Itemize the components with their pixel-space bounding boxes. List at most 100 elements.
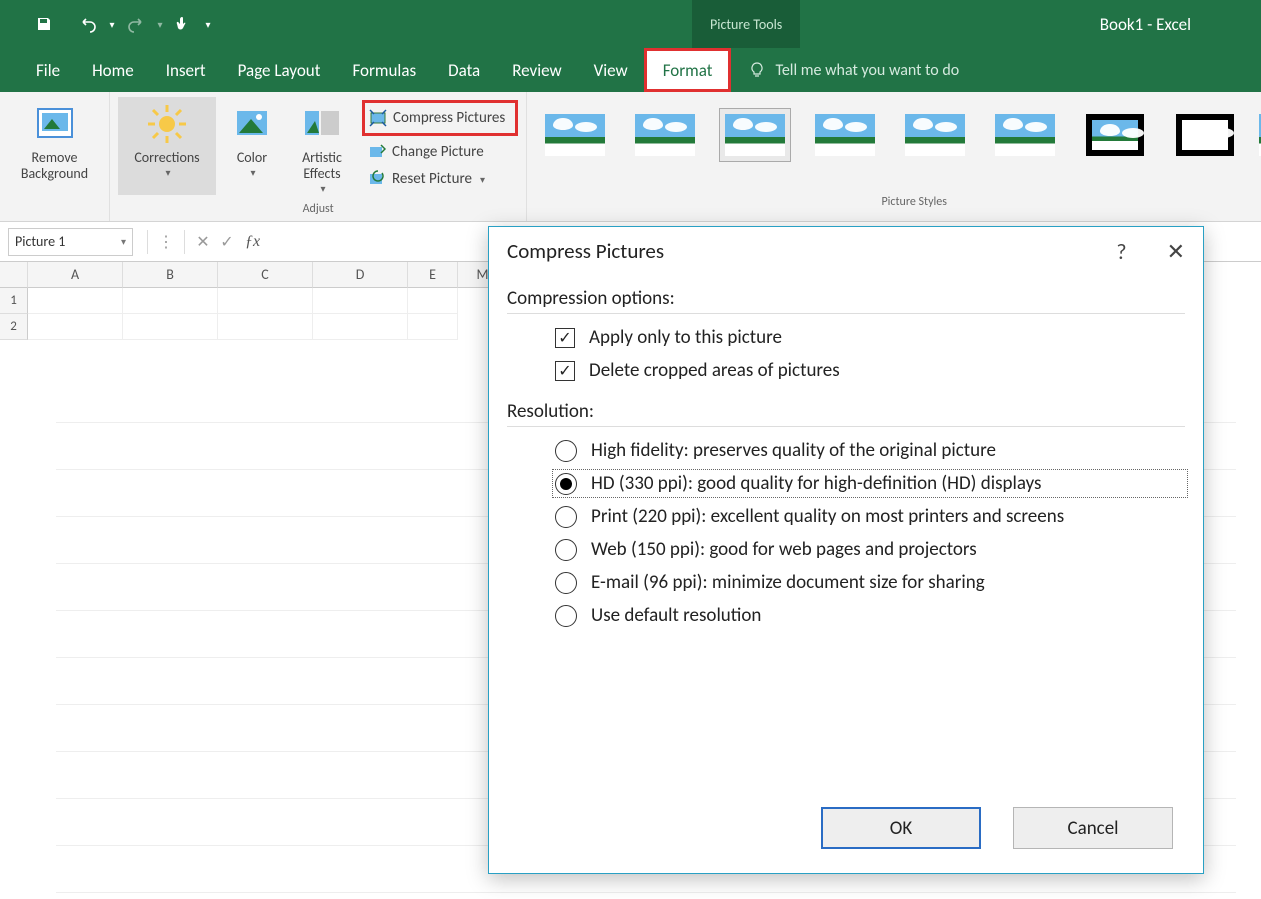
- reset-picture-icon: [368, 170, 386, 188]
- compress-pictures-label: Compress Pictures: [393, 109, 505, 127]
- corrections-button[interactable]: Corrections ▾: [118, 97, 216, 195]
- fx-icon[interactable]: ƒx: [245, 233, 260, 251]
- artistic-effects-button[interactable]: Artistic Effects ▾: [288, 97, 356, 195]
- tab-page-layout[interactable]: Page Layout: [222, 48, 337, 92]
- radio-unchecked-icon: [555, 539, 577, 561]
- picture-styles-gallery[interactable]: [539, 98, 1261, 162]
- apply-only-checkbox[interactable]: ✓ Apply only to this picture: [555, 326, 1185, 349]
- redo-dropdown-icon[interactable]: ▾: [154, 10, 166, 38]
- style-thumb-6[interactable]: [989, 108, 1061, 162]
- tell-me-search[interactable]: Tell me what you want to do: [749, 61, 959, 80]
- style-thumb-7[interactable]: [1079, 108, 1151, 162]
- radio-web[interactable]: Web (150 ppi): good for web pages and pr…: [555, 538, 1185, 561]
- reset-picture-label: Reset Picture: [392, 170, 472, 188]
- undo-dropdown-icon[interactable]: ▾: [106, 10, 118, 38]
- picture-styles-group-label: Picture Styles: [881, 192, 946, 214]
- col-header-B[interactable]: B: [123, 262, 218, 288]
- corrections-label: Corrections: [134, 150, 199, 166]
- expand-panel-icon[interactable]: ⋮: [154, 230, 178, 254]
- remove-background-label: Remove Background: [6, 150, 104, 182]
- adjust-group-label: Adjust: [303, 199, 334, 221]
- reset-picture-button[interactable]: Reset Picture ▾: [362, 168, 518, 190]
- email-label: E-mail (96 ppi): minimize document size …: [591, 571, 985, 594]
- name-box[interactable]: Picture 1 ▾: [8, 228, 133, 256]
- tab-view[interactable]: View: [578, 48, 644, 92]
- radio-high-fidelity[interactable]: High fidelity: preserves quality of the …: [555, 439, 1185, 462]
- col-header-C[interactable]: C: [218, 262, 313, 288]
- artistic-effects-label: Artistic Effects: [288, 150, 356, 182]
- radio-print[interactable]: Print (220 ppi): excellent quality on mo…: [555, 505, 1185, 528]
- select-all-corner[interactable]: [0, 262, 28, 288]
- col-header-E[interactable]: E: [408, 262, 458, 288]
- tab-insert[interactable]: Insert: [150, 48, 222, 92]
- radio-unchecked-icon: [555, 440, 577, 462]
- radio-checked-icon: [555, 473, 577, 495]
- high-fidelity-label: High fidelity: preserves quality of the …: [591, 439, 996, 462]
- checkbox-checked-icon: ✓: [555, 361, 575, 381]
- qat-customize-dropdown-icon[interactable]: ▾: [202, 10, 214, 38]
- change-picture-icon: [368, 143, 386, 161]
- tab-home[interactable]: Home: [76, 48, 150, 92]
- enter-icon[interactable]: ✓: [215, 230, 239, 254]
- radio-email[interactable]: E-mail (96 ppi): minimize document size …: [555, 571, 1185, 594]
- remove-background-icon: [34, 103, 76, 145]
- dialog-title: Compress Pictures: [507, 238, 664, 264]
- dropdown-icon: ▾: [480, 173, 485, 186]
- style-thumb-4[interactable]: [809, 108, 881, 162]
- style-thumb-1[interactable]: [539, 108, 611, 162]
- close-icon[interactable]: ✕: [1167, 238, 1185, 265]
- lightbulb-icon: [749, 62, 765, 78]
- change-picture-button[interactable]: Change Picture: [362, 141, 518, 163]
- web-label: Web (150 ppi): good for web pages and pr…: [591, 538, 977, 561]
- resolution-heading: Resolution:: [507, 400, 1185, 427]
- compress-icon: [369, 109, 387, 127]
- remove-background-button[interactable]: Remove Background: [6, 97, 104, 182]
- save-icon[interactable]: [30, 10, 58, 38]
- radio-unchecked-icon: [555, 572, 577, 594]
- redo-icon[interactable]: [122, 10, 150, 38]
- radio-unchecked-icon: [555, 605, 577, 627]
- dropdown-icon[interactable]: ▾: [121, 235, 126, 248]
- ribbon: Remove Background Corrections ▾ Color ▾ …: [0, 92, 1261, 222]
- tab-data[interactable]: Data: [432, 48, 496, 92]
- dropdown-icon: ▾: [165, 166, 170, 179]
- delete-cropped-checkbox[interactable]: ✓ Delete cropped areas of pictures: [555, 359, 1185, 382]
- print-label: Print (220 ppi): excellent quality on mo…: [591, 505, 1064, 528]
- ok-button[interactable]: OK: [821, 807, 981, 849]
- style-thumb-3[interactable]: [719, 108, 791, 162]
- delete-cropped-label: Delete cropped areas of pictures: [589, 359, 840, 382]
- compress-pictures-button[interactable]: Compress Pictures: [362, 100, 518, 136]
- style-thumb-2[interactable]: [629, 108, 701, 162]
- col-header-A[interactable]: A: [28, 262, 123, 288]
- style-thumb-5[interactable]: [899, 108, 971, 162]
- artistic-effects-icon: [301, 103, 343, 145]
- col-header-D[interactable]: D: [313, 262, 408, 288]
- row-header-2[interactable]: 2: [0, 314, 28, 340]
- tell-me-label: Tell me what you want to do: [775, 61, 959, 80]
- tab-review[interactable]: Review: [496, 48, 577, 92]
- ribbon-tabs: File Home Insert Page Layout Formulas Da…: [0, 48, 1261, 92]
- color-button[interactable]: Color ▾: [222, 97, 282, 195]
- help-icon[interactable]: ?: [1116, 238, 1126, 265]
- cancel-icon[interactable]: ✕: [191, 230, 215, 254]
- tab-format[interactable]: Format: [644, 48, 732, 92]
- app-title: Book1 - Excel: [1100, 14, 1191, 35]
- default-label: Use default resolution: [591, 604, 761, 627]
- dropdown-icon: ▾: [250, 166, 255, 179]
- tab-formulas[interactable]: Formulas: [336, 48, 432, 92]
- radio-unchecked-icon: [555, 506, 577, 528]
- tab-file[interactable]: File: [20, 48, 76, 92]
- name-box-value: Picture 1: [15, 233, 65, 250]
- cancel-button[interactable]: Cancel: [1013, 807, 1173, 849]
- color-icon: [231, 103, 273, 145]
- undo-icon[interactable]: [74, 10, 102, 38]
- quick-access-toolbar: ▾ ▾ ▾: [0, 10, 214, 38]
- radio-default[interactable]: Use default resolution: [555, 604, 1185, 627]
- touch-mode-icon[interactable]: [170, 10, 198, 38]
- row-header-1[interactable]: 1: [0, 288, 28, 314]
- title-bar: ▾ ▾ ▾ Picture Tools Book1 - Excel: [0, 0, 1261, 48]
- compress-pictures-dialog: Compress Pictures ? ✕ Compression option…: [488, 226, 1204, 874]
- style-thumb-8[interactable]: [1169, 108, 1241, 162]
- radio-hd[interactable]: HD (330 ppi): good quality for high-defi…: [555, 472, 1185, 495]
- sun-icon: [146, 103, 188, 145]
